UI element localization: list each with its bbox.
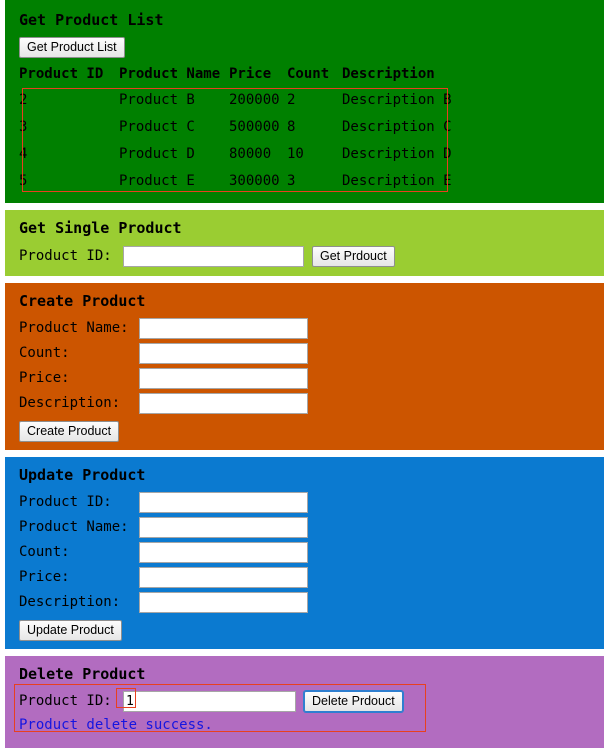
cell-count: 3	[287, 173, 296, 189]
cell-product-id: 2	[19, 92, 28, 108]
cell-product-name: Product D	[119, 146, 195, 162]
cell-product-name: Product E	[119, 173, 195, 189]
cell-price: 200000	[229, 92, 280, 108]
update-count-row: Count:	[19, 541, 604, 563]
update-button-row: Update Product	[5, 619, 604, 641]
update-description-label: Description:	[19, 594, 121, 610]
cell-description: Description E	[342, 173, 452, 189]
get-single-product-title: Get Single Product	[19, 219, 182, 237]
col-header-product-name: Product Name	[119, 66, 221, 82]
section-delete-product: Delete Product Product ID: Delete Prdouc…	[5, 656, 604, 748]
update-count-input[interactable]	[139, 541, 308, 563]
page-root: Get Product List Get Product List Produc…	[0, 0, 609, 748]
update-product-id-row: Product ID:	[19, 491, 604, 513]
product-table-wrapper: Product ID Product Name Price Count Desc…	[19, 66, 452, 195]
get-product-list-button[interactable]: Get Product List	[19, 37, 125, 58]
create-product-name-row: Product Name:	[19, 317, 604, 339]
delete-status-message: Product delete success.	[19, 717, 213, 733]
get-product-button[interactable]: Get Prdouct	[312, 245, 395, 267]
update-count-label: Count:	[19, 544, 70, 560]
create-price-input[interactable]	[139, 367, 308, 389]
table-row: 5 Product E 300000 3 Description E	[19, 168, 452, 195]
delete-product-id-input[interactable]	[123, 690, 296, 712]
update-price-input[interactable]	[139, 566, 308, 588]
col-header-price: Price	[229, 66, 272, 82]
col-header-count: Count	[287, 66, 330, 82]
section-get-product-list: Get Product List Get Product List Produc…	[5, 0, 604, 203]
update-price-label: Price:	[19, 569, 70, 585]
product-table: Product ID Product Name Price Count Desc…	[19, 66, 452, 195]
cell-price: 80000	[229, 146, 272, 162]
update-product-name-input[interactable]	[139, 516, 308, 538]
table-row: 4 Product D 80000 10 Description D	[19, 141, 452, 168]
cell-product-id: 3	[19, 119, 28, 135]
create-description-row: Description:	[19, 392, 604, 414]
col-header-description: Description	[342, 66, 435, 82]
create-price-label: Price:	[19, 370, 70, 386]
update-product-title: Update Product	[19, 466, 146, 484]
cell-description: Description C	[342, 119, 452, 135]
cell-description: Description D	[342, 146, 452, 162]
cell-count: 8	[287, 119, 296, 135]
create-count-label: Count:	[19, 345, 70, 361]
update-price-row: Price:	[19, 566, 604, 588]
cell-description: Description B	[342, 92, 452, 108]
create-product-title: Create Product	[19, 292, 146, 310]
cell-product-name: Product B	[119, 92, 195, 108]
cell-price: 300000	[229, 173, 280, 189]
cell-product-id: 4	[19, 146, 28, 162]
section-create-product: Create Product Product Name: Count: Pric…	[5, 283, 604, 450]
update-product-name-label: Product Name:	[19, 519, 129, 535]
cell-count: 10	[287, 146, 304, 162]
create-button-row: Create Product	[5, 420, 604, 442]
delete-product-button[interactable]: Delete Prdouct	[304, 690, 403, 712]
create-product-name-label: Product Name:	[19, 320, 129, 336]
create-count-row: Count:	[19, 342, 604, 364]
cell-product-id: 5	[19, 173, 28, 189]
create-description-label: Description:	[19, 395, 121, 411]
single-product-id-row: Product ID: Get Prdouct	[19, 244, 604, 268]
section-update-product: Update Product Product ID: Product Name:…	[5, 457, 604, 649]
section-get-single-product: Get Single Product Product ID: Get Prdou…	[5, 210, 604, 276]
create-product-button[interactable]: Create Product	[19, 421, 120, 442]
delete-product-id-row: Product ID: Delete Prdouct	[19, 690, 604, 712]
delete-product-id-label: Product ID:	[19, 693, 112, 709]
create-description-input[interactable]	[139, 392, 308, 414]
update-product-id-input[interactable]	[139, 491, 308, 513]
get-product-list-title: Get Product List	[19, 11, 164, 29]
cell-price: 500000	[229, 119, 280, 135]
update-product-name-row: Product Name:	[19, 516, 604, 538]
update-product-id-label: Product ID:	[19, 494, 112, 510]
create-price-row: Price:	[19, 367, 604, 389]
create-count-input[interactable]	[139, 342, 308, 364]
col-header-product-id: Product ID	[19, 66, 104, 82]
update-product-button[interactable]: Update Product	[19, 620, 122, 641]
create-product-name-input[interactable]	[139, 317, 308, 339]
update-description-input[interactable]	[139, 591, 308, 613]
table-header-row: Product ID Product Name Price Count Desc…	[19, 66, 449, 87]
delete-product-title: Delete Product	[19, 665, 146, 683]
single-product-id-input[interactable]	[123, 245, 304, 267]
cell-product-name: Product C	[119, 119, 195, 135]
table-row: 2 Product B 200000 2 Description B	[19, 87, 452, 114]
cell-count: 2	[287, 92, 296, 108]
single-product-id-label: Product ID:	[19, 248, 112, 264]
table-row: 3 Product C 500000 8 Description C	[19, 114, 452, 141]
update-description-row: Description:	[19, 591, 604, 613]
